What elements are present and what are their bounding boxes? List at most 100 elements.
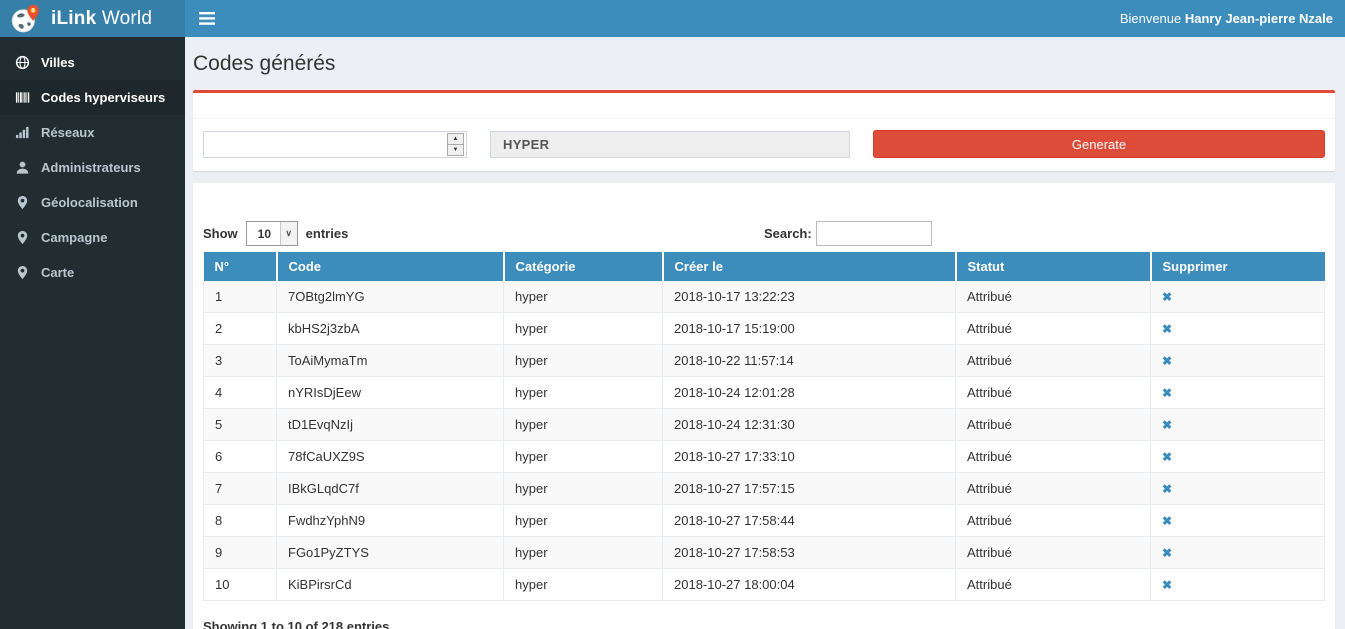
cell-created: 2018-10-17 15:19:00 <box>663 313 956 345</box>
sidebar-item-administrateurs[interactable]: Administrateurs <box>0 150 185 185</box>
sidebar-item-label: Campagne <box>41 230 107 245</box>
brand-title-bold: iLink <box>51 8 96 29</box>
cell-status: Attribué <box>956 569 1151 601</box>
menu-toggle-button[interactable] <box>194 6 220 32</box>
cell-created: 2018-10-27 18:00:04 <box>663 569 956 601</box>
stepper-up-icon[interactable]: ▲ <box>447 133 464 145</box>
signal-bars-icon <box>15 125 30 140</box>
cell-delete: ✖ <box>1151 377 1325 409</box>
table-controls: Show 10 ∨ entries Search: <box>203 221 1325 246</box>
column-header-code[interactable]: Code <box>277 252 504 281</box>
delete-button[interactable]: ✖ <box>1162 450 1172 464</box>
cell-status: Attribué <box>956 313 1151 345</box>
cell-category: hyper <box>504 473 663 505</box>
cell-category: hyper <box>504 281 663 313</box>
search-control: Search: <box>764 221 1325 246</box>
sidebar-menu: Villes Codes hyperviseurs Réseaux Admini… <box>0 37 185 290</box>
cell-created: 2018-10-27 17:58:53 <box>663 537 956 569</box>
cell-category: hyper <box>504 345 663 377</box>
delete-button[interactable]: ✖ <box>1162 290 1172 304</box>
quantity-stepper: ▲ ▼ <box>447 133 464 156</box>
delete-button[interactable]: ✖ <box>1162 514 1172 528</box>
cell-created: 2018-10-27 17:33:10 <box>663 441 956 473</box>
cell-status: Attribué <box>956 409 1151 441</box>
entries-info: Showing 1 to 10 of 218 entries <box>203 617 389 629</box>
sidebar-item-campagne[interactable]: Campagne <box>0 220 185 255</box>
column-header-categorie[interactable]: Catégorie <box>504 252 663 281</box>
search-input[interactable] <box>816 221 932 246</box>
table-row: 9 FGo1PyZTYS hyper 2018-10-27 17:58:53 A… <box>204 537 1325 569</box>
cell-code: IBkGLqdC7f <box>277 473 504 505</box>
cell-created: 2018-10-27 17:57:15 <box>663 473 956 505</box>
cell-code: 78fCaUXZ9S <box>277 441 504 473</box>
table-row: 6 78fCaUXZ9S hyper 2018-10-27 17:33:10 A… <box>204 441 1325 473</box>
codes-table-head: N° Code Catégorie Créer le Statut Suppri… <box>204 252 1325 281</box>
sidebar-item-geolocalisation[interactable]: Géolocalisation <box>0 185 185 220</box>
sidebar-item-label: Géolocalisation <box>41 195 138 210</box>
cell-number: 6 <box>204 441 277 473</box>
cell-number: 5 <box>204 409 277 441</box>
table-footer: Showing 1 to 10 of 218 entries Previous1… <box>203 617 1325 629</box>
cell-code: KiBPirsrCd <box>277 569 504 601</box>
generator-card-header <box>193 93 1335 119</box>
sidebar-item-codes-hyperviseurs[interactable]: Codes hyperviseurs <box>0 80 185 115</box>
cell-delete: ✖ <box>1151 409 1325 441</box>
generator-card-body: ▲ ▼ HYPER Generate <box>193 119 1335 171</box>
globe-icon <box>15 55 30 70</box>
page-length-value: 10 <box>258 227 271 241</box>
app-root: $ iLink World Villes Codes hyperviseurs <box>0 0 1345 629</box>
delete-button[interactable]: ✖ <box>1162 354 1172 368</box>
cell-code: FwdhzYphN9 <box>277 505 504 537</box>
codes-table-card: Show 10 ∨ entries Search: <box>193 183 1335 629</box>
table-row: 1 7OBtg2lmYG hyper 2018-10-17 13:22:23 A… <box>204 281 1325 313</box>
cell-code: nYRIsDjEew <box>277 377 504 409</box>
sidebar-item-label: Administrateurs <box>41 160 141 175</box>
map-marker-icon <box>15 265 30 280</box>
sidebar: $ iLink World Villes Codes hyperviseurs <box>0 0 185 629</box>
quantity-input[interactable] <box>204 132 447 157</box>
delete-button[interactable]: ✖ <box>1162 386 1172 400</box>
cell-number: 7 <box>204 473 277 505</box>
delete-button[interactable]: ✖ <box>1162 418 1172 432</box>
stepper-down-icon[interactable]: ▼ <box>447 145 464 156</box>
column-header-supprimer[interactable]: Supprimer <box>1151 252 1325 281</box>
cell-status: Attribué <box>956 505 1151 537</box>
brand-title: iLink World <box>51 8 152 30</box>
sidebar-item-label: Carte <box>41 265 74 280</box>
cell-status: Attribué <box>956 537 1151 569</box>
generate-button[interactable]: Generate <box>873 130 1325 158</box>
cell-code: ToAiMymaTm <box>277 345 504 377</box>
delete-button[interactable]: ✖ <box>1162 322 1172 336</box>
delete-button[interactable]: ✖ <box>1162 578 1172 592</box>
globe-pin-logo-icon: $ <box>10 3 42 35</box>
cell-code: FGo1PyZTYS <box>277 537 504 569</box>
cell-number: 10 <box>204 569 277 601</box>
page-length-select[interactable]: 10 ∨ <box>246 221 298 246</box>
cell-created: 2018-10-22 11:57:14 <box>663 345 956 377</box>
page-title: Codes générés <box>193 52 1335 76</box>
brand-title-light: World <box>102 8 152 29</box>
column-header-creer-le[interactable]: Créer le <box>663 252 956 281</box>
map-marker-icon <box>15 195 30 210</box>
sidebar-item-reseaux[interactable]: Réseaux <box>0 115 185 150</box>
cell-delete: ✖ <box>1151 345 1325 377</box>
column-header-n[interactable]: N° <box>204 252 277 281</box>
column-header-statut[interactable]: Statut <box>956 252 1151 281</box>
cell-category: hyper <box>504 441 663 473</box>
cell-delete: ✖ <box>1151 473 1325 505</box>
app-logo[interactable]: $ iLink World <box>0 0 185 37</box>
cell-delete: ✖ <box>1151 441 1325 473</box>
cell-delete: ✖ <box>1151 281 1325 313</box>
sidebar-item-villes[interactable]: Villes <box>0 45 185 80</box>
user-name: Hanry Jean-pierre Nzale <box>1185 11 1333 26</box>
cell-category: hyper <box>504 313 663 345</box>
cell-number: 9 <box>204 537 277 569</box>
codes-table: N° Code Catégorie Créer le Statut Suppri… <box>203 252 1325 601</box>
cell-number: 4 <box>204 377 277 409</box>
delete-button[interactable]: ✖ <box>1162 482 1172 496</box>
sidebar-item-label: Codes hyperviseurs <box>41 90 165 105</box>
sidebar-item-carte[interactable]: Carte <box>0 255 185 290</box>
delete-button[interactable]: ✖ <box>1162 546 1172 560</box>
svg-text:$: $ <box>32 8 35 14</box>
table-row: 5 tD1EvqNzIj hyper 2018-10-24 12:31:30 A… <box>204 409 1325 441</box>
